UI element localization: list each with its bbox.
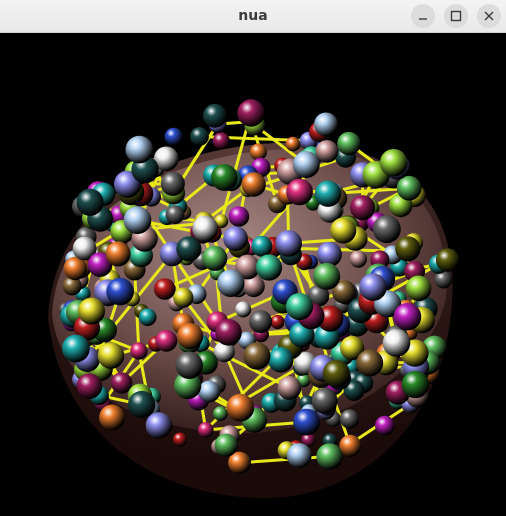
atom-sphere xyxy=(395,236,421,262)
atom-sphere xyxy=(176,236,202,262)
atom-sphere xyxy=(435,248,460,272)
atom-sphere xyxy=(214,433,238,457)
minimize-button[interactable] xyxy=(411,4,435,28)
atom-sphere xyxy=(401,370,430,399)
atom-sphere xyxy=(316,443,343,470)
atom-sphere xyxy=(311,387,338,414)
atom-sphere xyxy=(241,172,266,197)
atom-sphere xyxy=(155,329,178,352)
atom-sphere xyxy=(372,215,401,244)
atom-sphere xyxy=(217,269,245,297)
atom-sphere xyxy=(337,131,361,156)
atom-sphere xyxy=(76,188,104,216)
atom-sphere xyxy=(76,373,103,400)
atom-sphere xyxy=(396,175,422,201)
atom-sphere xyxy=(339,434,362,457)
atom-sphere xyxy=(285,136,301,152)
atom-sphere xyxy=(153,278,176,300)
atom-sphere xyxy=(382,329,411,357)
atom-sphere xyxy=(173,432,187,447)
atom-sphere xyxy=(160,171,185,196)
atom-sphere xyxy=(251,235,273,257)
minimize-icon xyxy=(419,18,427,20)
atom-sphere xyxy=(99,404,125,431)
atom-sphere xyxy=(379,149,408,177)
atom-sphere xyxy=(356,349,384,377)
atom-sphere xyxy=(105,241,131,267)
atom-sphere xyxy=(349,250,367,268)
atom-sphere xyxy=(359,273,387,301)
title-bar[interactable]: nua xyxy=(0,0,506,33)
atom-sphere xyxy=(349,195,376,221)
atom-sphere xyxy=(293,408,320,436)
render-viewport[interactable] xyxy=(0,33,506,516)
atom-sphere xyxy=(228,206,250,227)
atom-sphere xyxy=(255,254,283,281)
atom-sphere xyxy=(315,140,339,163)
atom-sphere xyxy=(330,217,357,244)
atom-sphere xyxy=(243,342,271,370)
atom-sphere xyxy=(226,393,255,422)
atom-sphere xyxy=(322,360,350,388)
close-icon xyxy=(484,11,494,21)
atom-sphere xyxy=(203,103,227,128)
atom-sphere xyxy=(78,297,105,325)
atom-sphere xyxy=(198,422,214,438)
atom-sphere xyxy=(123,206,152,235)
close-button[interactable] xyxy=(477,4,501,28)
atom-sphere xyxy=(62,334,90,363)
atom-sphere xyxy=(275,230,303,257)
app-window: nua xyxy=(0,0,506,516)
atom-sphere xyxy=(286,443,312,468)
atom-sphere xyxy=(173,287,194,308)
atom-sphere xyxy=(313,262,341,290)
atom-sphere xyxy=(314,112,338,137)
atom-sphere xyxy=(198,380,221,403)
atom-sphere xyxy=(405,275,432,302)
atom-sphere xyxy=(177,323,204,350)
atom-sphere xyxy=(145,412,172,439)
atom-sphere xyxy=(375,415,395,436)
atom-sphere xyxy=(106,277,134,306)
atom-sphere xyxy=(286,178,313,206)
atom-sphere xyxy=(267,347,294,373)
atom-sphere xyxy=(97,342,125,369)
atom-sphere xyxy=(270,314,285,330)
atom-sphere xyxy=(130,342,148,360)
atom-sphere xyxy=(314,180,342,207)
atom-sphere xyxy=(202,245,228,271)
atom-sphere xyxy=(190,127,209,146)
atom-sphere xyxy=(249,143,267,161)
molecule-bowl-scene xyxy=(48,99,460,499)
atom-sphere xyxy=(237,99,265,127)
atom-sphere xyxy=(175,351,203,379)
atom-sphere xyxy=(235,301,252,318)
atom-sphere xyxy=(211,164,238,191)
atom-sphere xyxy=(223,226,249,252)
atom-sphere xyxy=(213,406,228,421)
atom-sphere xyxy=(285,293,314,321)
atom-sphere xyxy=(165,205,185,225)
atom-sphere xyxy=(125,135,154,164)
maximize-icon xyxy=(450,10,462,22)
atom-sphere xyxy=(138,308,157,327)
atom-sphere xyxy=(249,310,273,334)
atom-sphere xyxy=(339,409,360,429)
atom-sphere xyxy=(192,215,219,242)
atom-sphere xyxy=(393,303,422,331)
atom-sphere xyxy=(215,319,242,346)
atom-sphere xyxy=(316,241,342,267)
atom-sphere xyxy=(164,127,183,146)
atom-sphere xyxy=(128,390,156,419)
atom-sphere xyxy=(292,151,320,178)
maximize-button[interactable] xyxy=(444,4,468,28)
atom-sphere xyxy=(212,132,230,150)
atom-sphere xyxy=(277,376,302,400)
